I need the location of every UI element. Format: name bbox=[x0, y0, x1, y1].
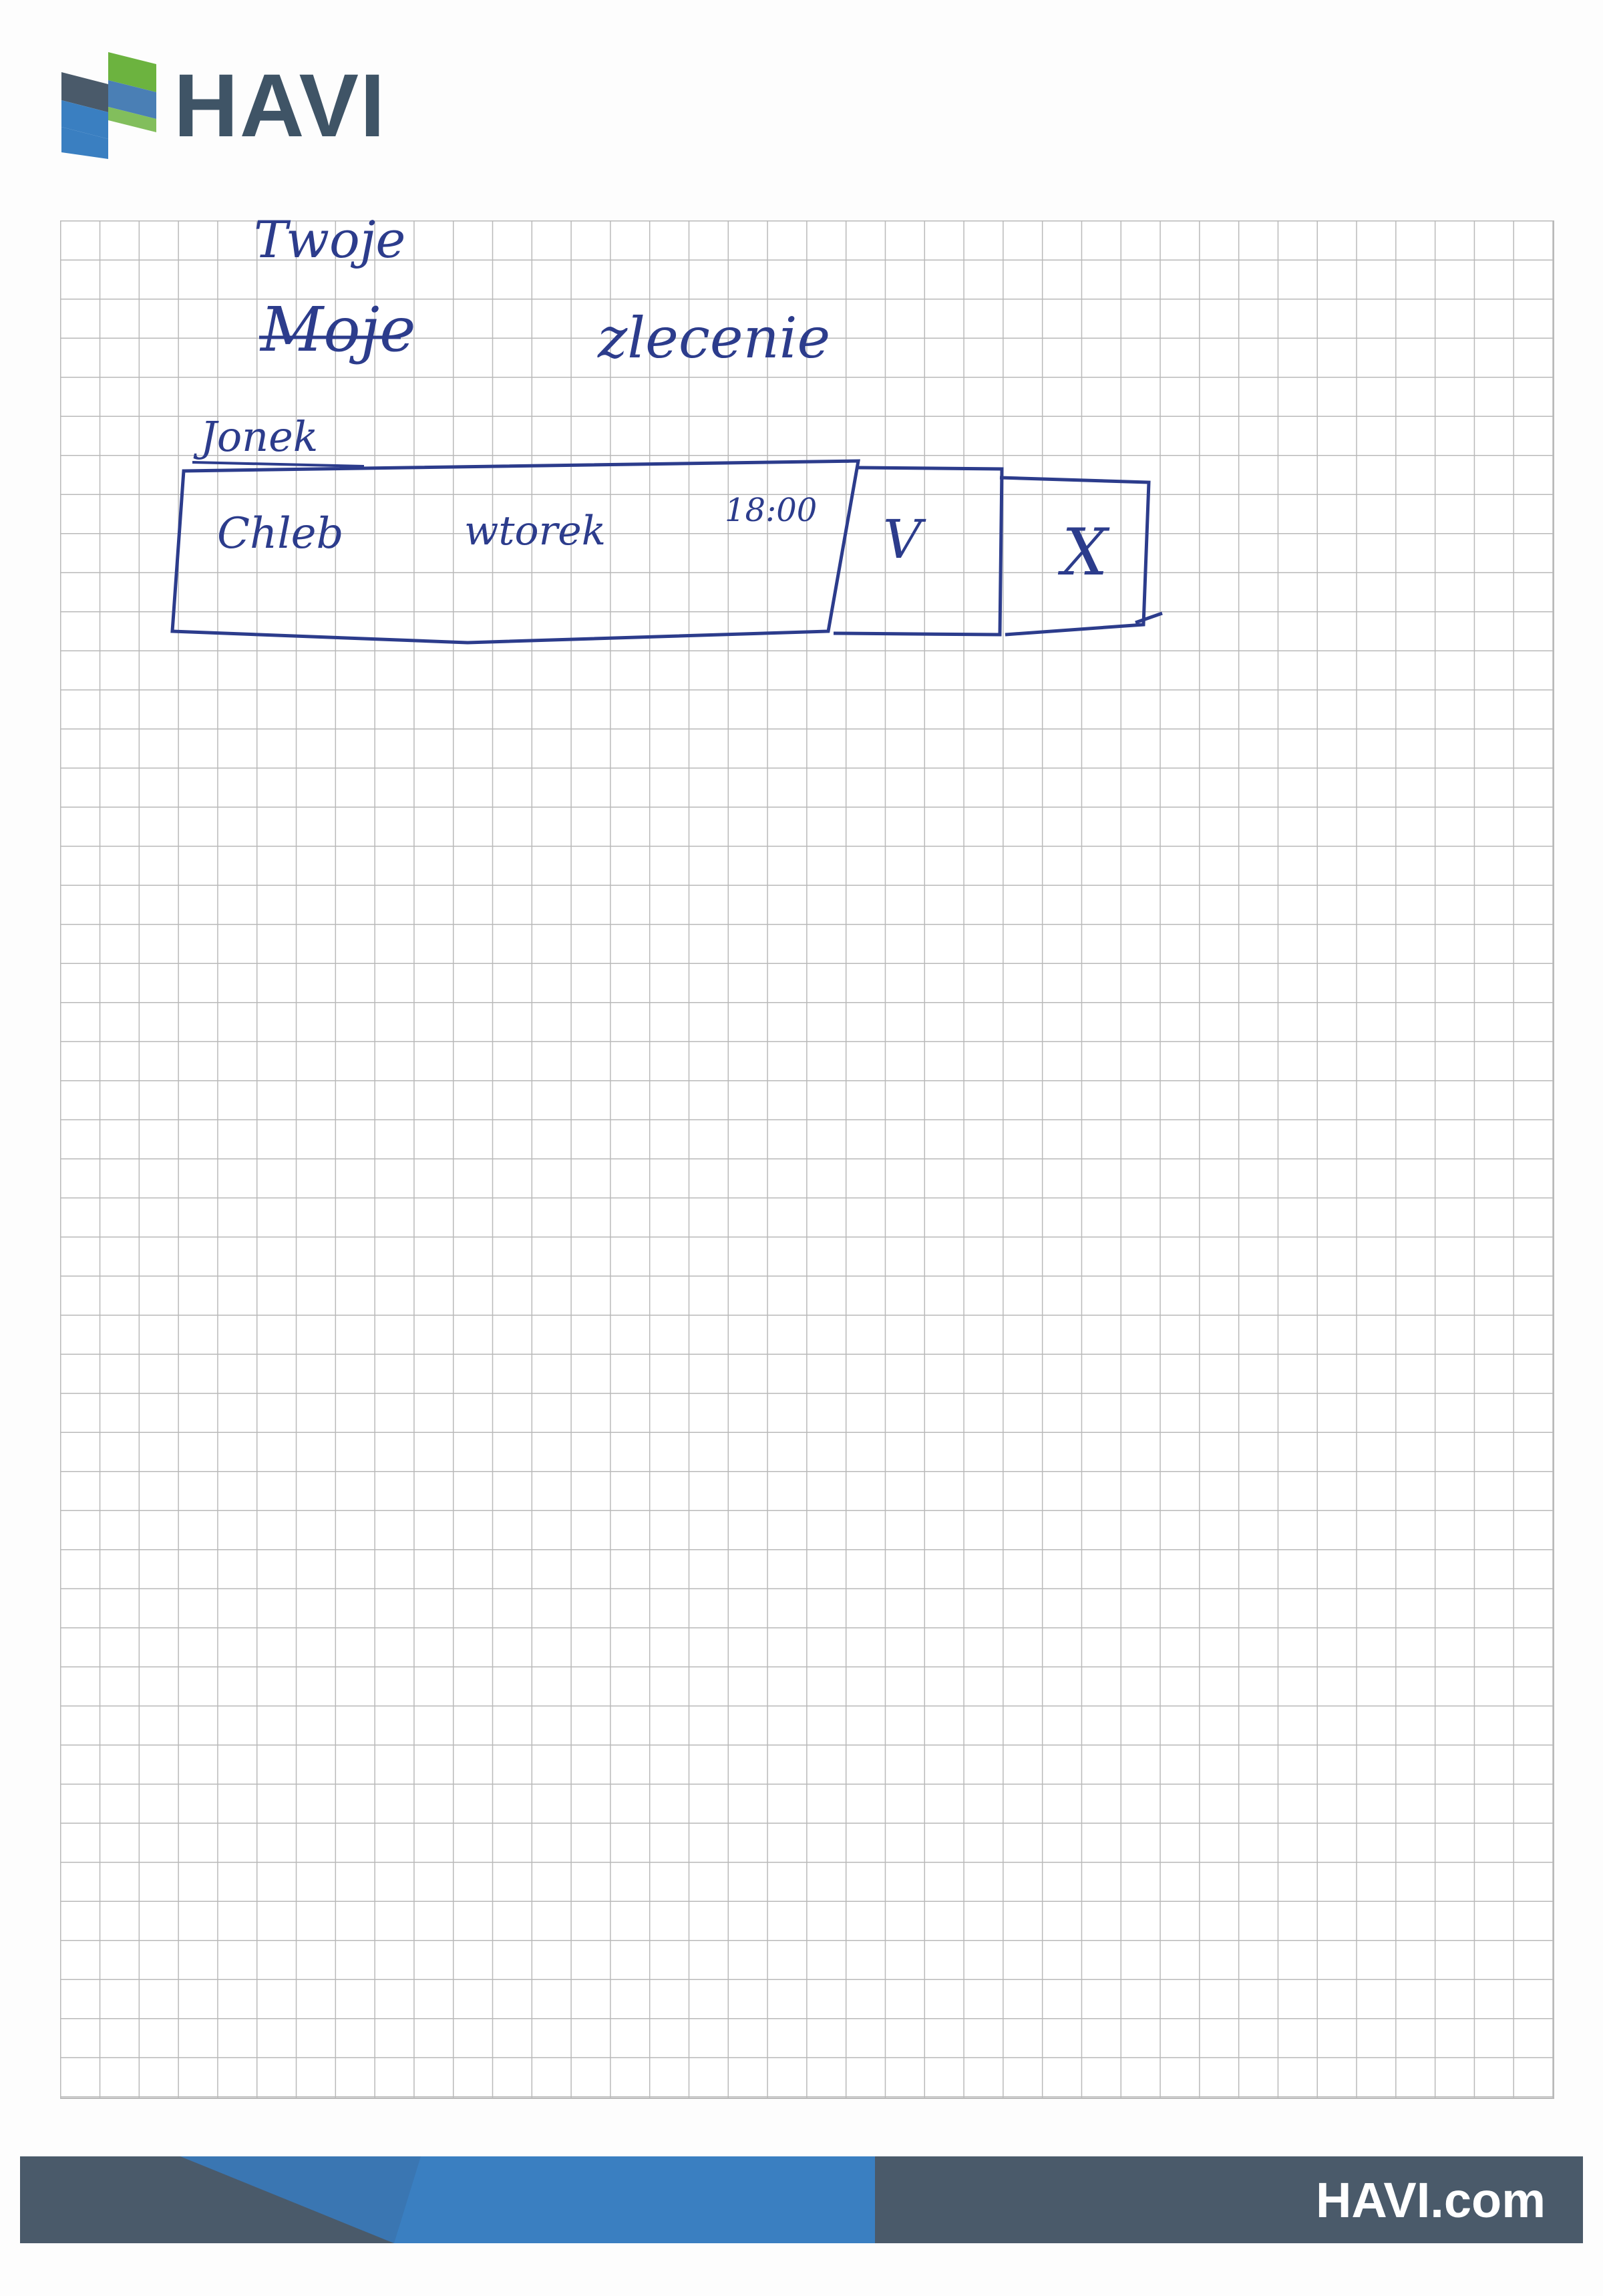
havi-logo-mark-icon bbox=[61, 52, 156, 159]
footer-band: HAVI.com bbox=[20, 2156, 1583, 2243]
havi-logo-text: HAVI bbox=[174, 56, 387, 156]
footer-website-text: HAVI.com bbox=[1315, 2172, 1546, 2228]
havi-logo: HAVI bbox=[61, 52, 385, 159]
document-page: HAVI Twoje Moje zlecenie Jonek Chleb wto… bbox=[0, 0, 1603, 2296]
graph-paper-grid bbox=[60, 220, 1554, 2099]
